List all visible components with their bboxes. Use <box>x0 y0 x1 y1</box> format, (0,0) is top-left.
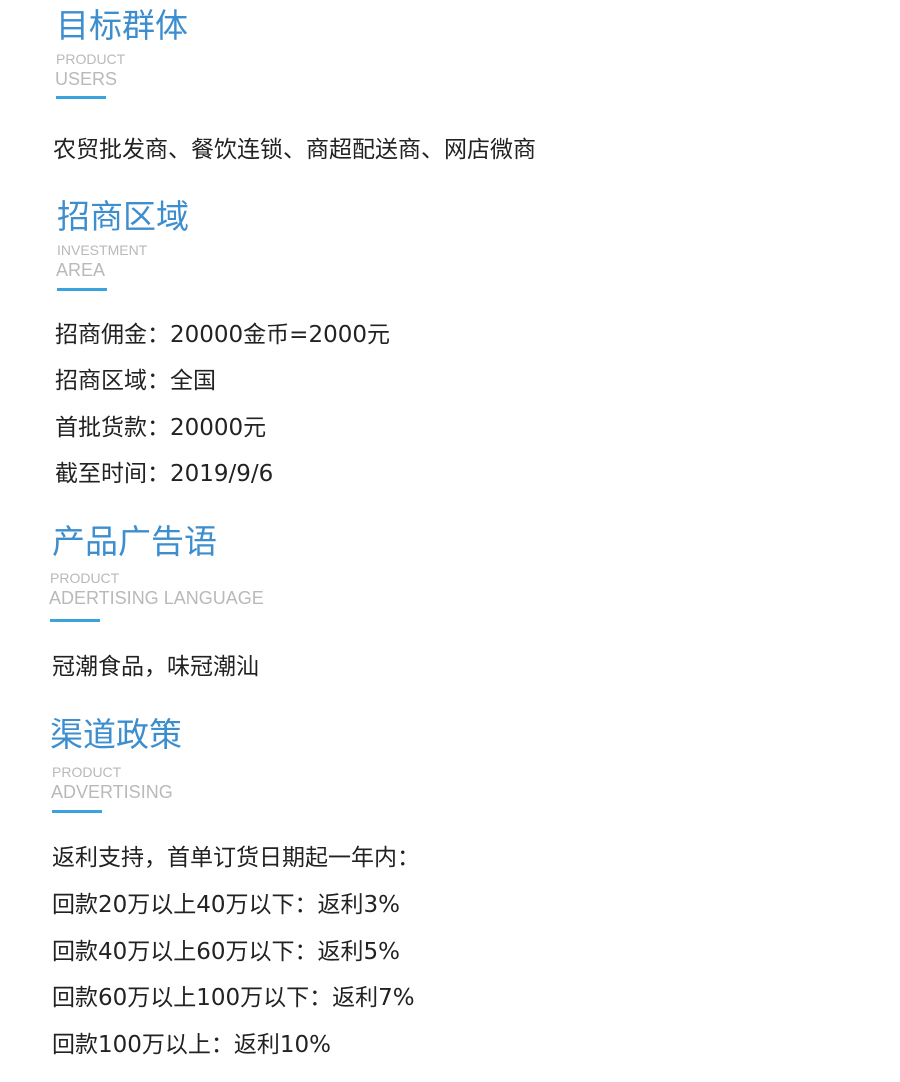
section-subtitle-en-line1: PRODUCT <box>52 764 122 780</box>
rebate-tier-line: 回款20万以上40万以下：返利3% <box>52 892 401 918</box>
rebate-intro-line: 返利支持，首单订货日期起一年内： <box>52 845 420 871</box>
rebate-tier-line: 回款100万以上：返利10% <box>52 1032 332 1058</box>
section-accent-bar <box>52 810 102 813</box>
rebate-tier-line: 回款40万以上60万以下：返利5% <box>52 939 401 965</box>
rebate-tier-line: 回款60万以上100万以下：返利7% <box>52 985 415 1011</box>
section-subtitle-en-line2: ADVERTISING <box>51 782 173 802</box>
section-title: 渠道政策 <box>50 715 182 754</box>
channel-policy-section: 渠道政策 PRODUCT ADVERTISING 返利支持，首单订货日期起一年内… <box>0 0 900 1082</box>
